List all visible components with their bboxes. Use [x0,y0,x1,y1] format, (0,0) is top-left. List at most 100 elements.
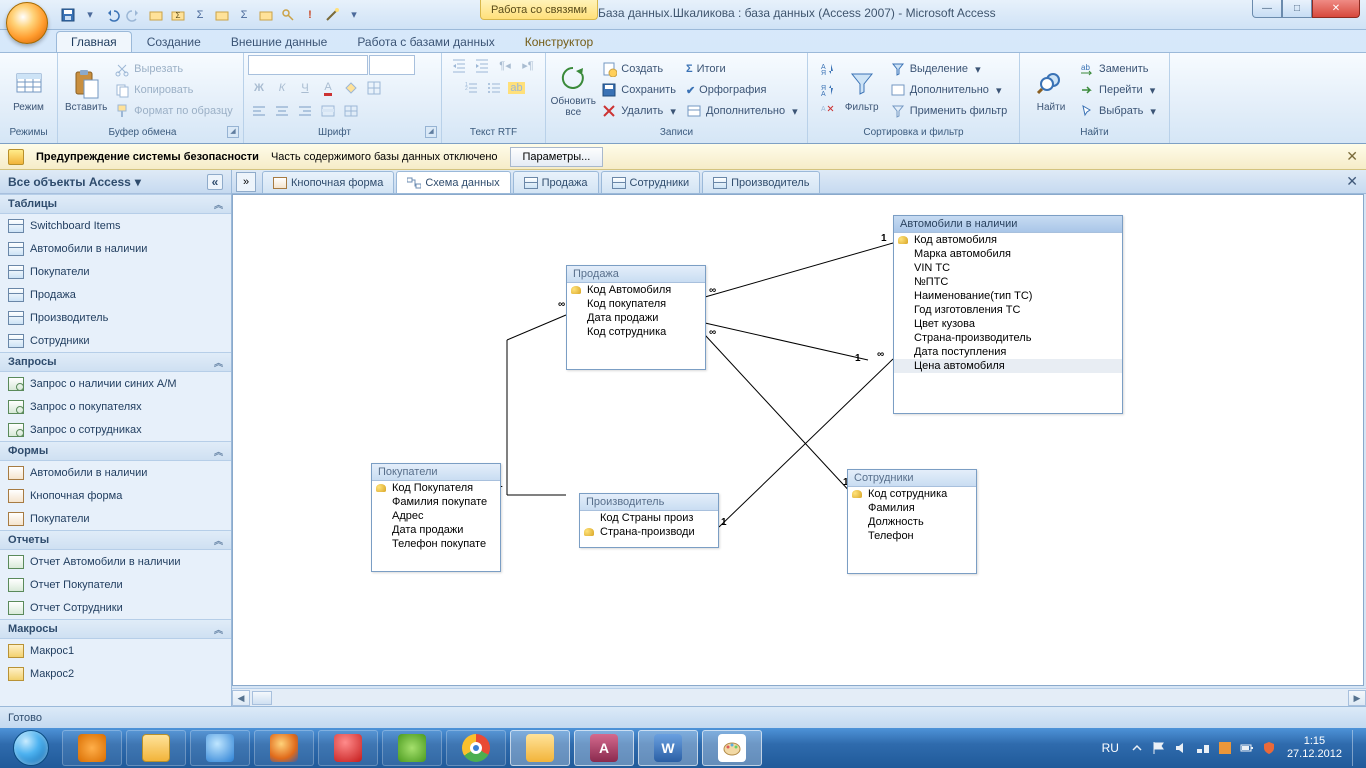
num-list-button[interactable]: 12 [460,78,482,98]
clock[interactable]: 1:1527.12.2012 [1287,735,1342,761]
underline-button[interactable]: Ч [294,78,316,98]
bul-list-button[interactable] [483,78,505,98]
tab-database-tools[interactable]: Работа с базами данных [342,31,509,52]
nav-query-item[interactable]: Запрос о наличии синих А/М [0,372,231,395]
font-launcher-icon[interactable]: ◢ [425,126,437,138]
minimize-button[interactable]: — [1252,0,1282,18]
refresh-all-button[interactable]: Обновить все [551,57,595,123]
undo-icon[interactable] [102,5,122,25]
alt-fill-button[interactable] [317,101,339,121]
task-torrent[interactable] [382,730,442,766]
battery-icon[interactable] [1239,740,1255,756]
nav-report-item[interactable]: Отчет Автомобили в наличии [0,550,231,573]
tab-create[interactable]: Создание [132,31,216,52]
language-indicator[interactable]: RU [1102,741,1119,755]
nav-table-item[interactable]: Продажа [0,283,231,306]
clipboard-launcher-icon[interactable]: ◢ [227,126,239,138]
clear-sort-button[interactable]: А [816,101,838,121]
find-button[interactable]: Найти [1029,57,1073,123]
ltr-button[interactable]: ¶◂ [494,55,516,75]
task-opera[interactable] [318,730,378,766]
nav-header[interactable]: Все объекты Access▾« [0,170,231,194]
font-name-combo[interactable] [248,55,368,75]
flag-icon[interactable] [1151,740,1167,756]
totals-button[interactable]: ΣИтоги [682,59,802,79]
task-ie[interactable] [190,730,250,766]
fill-color-button[interactable] [340,78,362,98]
scroll-right-icon[interactable]: ▶ [1348,690,1366,706]
diagram-table-cars[interactable]: Автомобили в наличии Код автомобиля Марк… [893,215,1123,414]
nav-macro-item[interactable]: Макрос1 [0,639,231,662]
select-button[interactable]: Выбрать ▾ [1075,101,1160,121]
task-mediaplayer[interactable] [62,730,122,766]
nav-report-item[interactable]: Отчет Покупатели [0,573,231,596]
nav-macro-item[interactable]: Макрос2 [0,662,231,685]
tab-design[interactable]: Конструктор [510,31,608,52]
sort-desc-button[interactable]: ЯА [816,80,838,100]
qat-custom2-icon[interactable]: Σ [168,5,188,25]
format-painter-button[interactable]: Формат по образцу [110,101,237,121]
horizontal-scrollbar[interactable]: ◀ ▶ [232,688,1366,706]
doc-tab-table[interactable]: Продажа [513,171,599,193]
nav-collapse-icon[interactable]: « [207,174,223,190]
bold-button[interactable]: Ж [248,78,270,98]
tray-app-icon[interactable] [1217,740,1233,756]
tab-external-data[interactable]: Внешние данные [216,31,343,52]
toggle-filter-button[interactable]: Применить фильтр [886,101,1012,121]
view-button[interactable]: Режим [7,57,51,123]
redo-icon[interactable] [124,5,144,25]
maximize-button[interactable]: □ [1282,0,1312,18]
qat-dropdown-icon[interactable]: ▾ [80,5,100,25]
diagram-table-sale[interactable]: Продажа Код Автомобиля Код покупателя Да… [566,265,706,370]
qat-sigma-icon[interactable]: Σ [190,5,210,25]
nav-table-item[interactable]: Switchboard Items [0,214,231,237]
filter-button[interactable]: Фильтр [840,57,884,123]
spelling-button[interactable]: ✔Орфография [682,80,802,100]
nav-section-forms[interactable]: Формы︽ [0,441,231,461]
nav-table-item[interactable]: Сотрудники [0,329,231,352]
align-center-button[interactable] [271,101,293,121]
diagram-table-maker[interactable]: Производитель Код Страны произ Страна-пр… [579,493,719,548]
security-options-button[interactable]: Параметры... [510,147,604,167]
nav-table-item[interactable]: Покупатели [0,260,231,283]
nav-section-macros[interactable]: Макросы︽ [0,619,231,639]
doc-tab-form[interactable]: Кнопочная форма [262,171,394,193]
doc-tab-table[interactable]: Производитель [702,171,820,193]
qat-custom4-icon[interactable] [256,5,276,25]
sort-asc-button[interactable]: АЯ [816,59,838,79]
save-record-button[interactable]: Сохранить [597,80,680,100]
font-color-button[interactable]: А [317,78,339,98]
task-paint[interactable] [702,730,762,766]
network-icon[interactable] [1195,740,1211,756]
nav-table-item[interactable]: Автомобили в наличии [0,237,231,260]
align-left-button[interactable] [248,101,270,121]
security-close-icon[interactable]: ✕ [1346,148,1358,165]
nav-section-tables[interactable]: Таблицы︽ [0,194,231,214]
expand-nav-icon[interactable]: » [236,172,256,192]
scroll-left-icon[interactable]: ◀ [232,690,250,706]
qat-exclaim-icon[interactable]: ! [300,5,320,25]
qat-sigma2-icon[interactable]: Σ [234,5,254,25]
task-firefox[interactable] [254,730,314,766]
tray-up-icon[interactable] [1129,740,1145,756]
doc-tab-table[interactable]: Сотрудники [601,171,701,193]
diagram-table-staff[interactable]: Сотрудники Код сотрудника Фамилия Должно… [847,469,977,574]
nav-report-item[interactable]: Отчет Сотрудники [0,596,231,619]
relationships-canvas[interactable]: ∞1 ∞1 ∞1 1∞ 1 Продажа Код Автомобиля Код… [232,194,1364,686]
font-size-combo[interactable] [369,55,415,75]
indent-inc-button[interactable] [471,55,493,75]
goto-button[interactable]: Перейти ▾ [1075,80,1160,100]
qat-magic-icon[interactable] [322,5,342,25]
nav-query-item[interactable]: Запрос о покупателях [0,395,231,418]
italic-button[interactable]: К [271,78,293,98]
tab-home[interactable]: Главная [56,31,132,52]
nav-form-item[interactable]: Кнопочная форма [0,484,231,507]
gridlines-button[interactable] [363,78,385,98]
gridline-style-button[interactable] [340,101,362,121]
qat-more-icon[interactable]: ▾ [344,5,364,25]
diagram-table-buyers[interactable]: Покупатели Код Покупателя Фамилия покупа… [371,463,501,572]
advanced-filter-button[interactable]: Дополнительно ▾ [886,80,1012,100]
cut-button[interactable]: Вырезать [110,59,237,79]
doc-tab-relationships[interactable]: Схема данных [396,171,510,193]
office-button[interactable] [6,2,48,44]
